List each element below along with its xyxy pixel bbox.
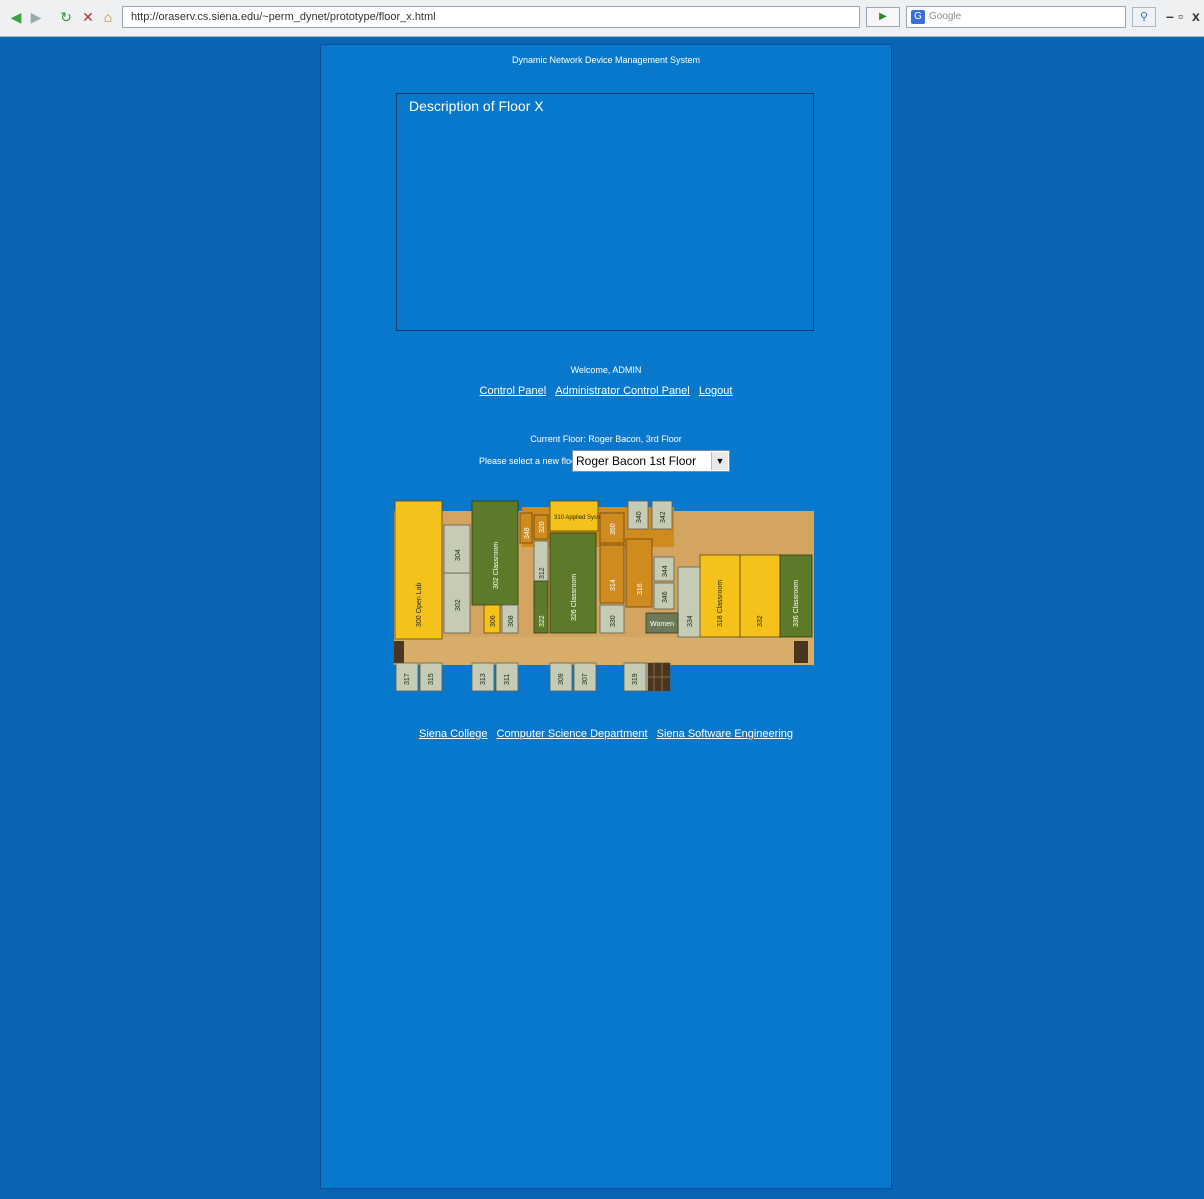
room-350-label: 350 bbox=[610, 523, 617, 535]
room-332-label: 332 bbox=[757, 615, 764, 627]
room-326-classroom[interactable]: 326 Classroom bbox=[549, 532, 597, 634]
floor-select-value: Roger Bacon 1st Floor bbox=[576, 454, 697, 468]
room-344-label: 344 bbox=[662, 565, 669, 577]
description-title: Description of Floor X bbox=[409, 98, 544, 114]
room-340-label: 340 bbox=[636, 511, 643, 523]
search-engine-icon[interactable]: G bbox=[911, 10, 925, 24]
room-319[interactable]: 319 bbox=[623, 662, 647, 692]
browser-toolbar: ◀ ▶ ↻ ✕ ⌂ http://oraserv.cs.siena.edu/~p… bbox=[0, 0, 1204, 37]
room-308-label: 308 bbox=[508, 615, 515, 627]
search-placeholder: Google bbox=[929, 11, 962, 22]
software-engineering-link[interactable]: Siena Software Engineering bbox=[657, 728, 793, 740]
room-302-classroom-label: 302 Classroom bbox=[493, 542, 500, 589]
room-315-label: 315 bbox=[428, 673, 435, 685]
stairwell-south bbox=[648, 663, 670, 691]
room-311[interactable]: 311 bbox=[495, 662, 519, 692]
room-315[interactable]: 315 bbox=[419, 662, 443, 692]
room-302-label: 302 bbox=[455, 599, 462, 611]
search-button[interactable]: ⚲ bbox=[1132, 7, 1156, 27]
room-314[interactable]: 314 bbox=[599, 544, 625, 604]
logout-link[interactable]: Logout bbox=[699, 385, 733, 397]
current-floor: Current Floor: Roger Bacon, 3rd Floor bbox=[530, 434, 682, 444]
address-bar[interactable]: http://oraserv.cs.siena.edu/~perm_dynet/… bbox=[122, 6, 860, 28]
room-348-label: 348 bbox=[524, 527, 531, 539]
room-342[interactable]: 342 bbox=[651, 500, 673, 530]
room-women-label: Women bbox=[650, 621, 674, 628]
stop-icon[interactable]: ✕ bbox=[80, 9, 96, 25]
room-300-label: 300 Open Lab bbox=[416, 583, 423, 627]
reload-icon[interactable]: ↻ bbox=[58, 9, 74, 25]
welcome-message: Welcome, ADMIN bbox=[570, 365, 642, 375]
floor-select-label: Please select a new floor: bbox=[479, 456, 582, 466]
room-309-label: 309 bbox=[558, 673, 565, 685]
room-women[interactable]: Women bbox=[645, 612, 679, 634]
room-318-label: 318 Classroom bbox=[717, 580, 724, 627]
room-309[interactable]: 309 bbox=[549, 662, 573, 692]
room-317-label: 317 bbox=[404, 673, 411, 685]
room-312-label: 312 bbox=[539, 567, 546, 579]
control-panel-link[interactable]: Control Panel bbox=[480, 385, 547, 397]
room-320[interactable]: 320 bbox=[533, 514, 549, 540]
room-314-label: 314 bbox=[610, 579, 617, 591]
room-336-classroom[interactable]: 336 Classroom bbox=[779, 554, 813, 638]
room-346-label: 346 bbox=[662, 591, 669, 603]
room-334[interactable]: 334 bbox=[677, 566, 701, 638]
siena-college-link[interactable]: Siena College bbox=[419, 728, 488, 740]
chevron-down-icon[interactable]: ▼ bbox=[711, 452, 728, 470]
site-title: Dynamic Network Device Management System bbox=[511, 55, 701, 65]
room-320-label: 320 bbox=[539, 521, 546, 533]
restore-icon[interactable]: ▫ bbox=[1178, 8, 1183, 24]
room-344[interactable]: 344 bbox=[653, 556, 675, 582]
room-322-label: 322 bbox=[539, 615, 546, 627]
room-306[interactable]: 306 bbox=[483, 604, 501, 634]
room-336-label: 336 Classroom bbox=[793, 580, 800, 627]
room-302-lower[interactable]: 302 bbox=[443, 572, 471, 634]
room-306-label: 306 bbox=[490, 615, 497, 627]
room-350[interactable]: 350 bbox=[599, 512, 625, 544]
go-button[interactable]: ▶ bbox=[866, 7, 900, 27]
room-304-label: 304 bbox=[455, 549, 462, 561]
search-input[interactable]: G Google bbox=[906, 6, 1126, 28]
floor-description-panel: Description of Floor X bbox=[396, 93, 814, 331]
stairwell-east bbox=[794, 641, 808, 663]
room-348[interactable]: 348 bbox=[519, 512, 533, 544]
room-316[interactable]: 316 bbox=[625, 538, 653, 608]
room-304[interactable]: 304 bbox=[443, 524, 471, 574]
room-334-label: 334 bbox=[687, 615, 694, 627]
room-346[interactable]: 346 bbox=[653, 582, 675, 610]
minimize-icon[interactable]: – bbox=[1166, 8, 1174, 24]
room-318[interactable]: 318 Classroom bbox=[699, 554, 741, 638]
close-icon[interactable]: x bbox=[1192, 8, 1200, 24]
room-317[interactable]: 317 bbox=[395, 662, 419, 692]
floor-select[interactable]: Roger Bacon 1st Floor ▼ bbox=[572, 450, 730, 472]
room-302-classroom[interactable]: 302 Classroom bbox=[471, 500, 519, 606]
user-links: Control Panel Administrator Control Pane… bbox=[321, 385, 891, 397]
room-307-label: 307 bbox=[582, 673, 589, 685]
room-342-label: 342 bbox=[660, 511, 667, 523]
room-340[interactable]: 340 bbox=[627, 500, 649, 530]
room-332[interactable]: 332 bbox=[739, 554, 781, 638]
room-316-label: 316 bbox=[637, 583, 644, 595]
room-308[interactable]: 308 bbox=[501, 604, 519, 634]
room-300[interactable]: 300 Open Lab bbox=[394, 500, 443, 640]
room-313[interactable]: 313 bbox=[471, 662, 495, 692]
room-330-label: 330 bbox=[610, 615, 617, 627]
room-326-label: 326 Classroom bbox=[571, 574, 578, 621]
back-icon[interactable]: ◀ bbox=[8, 9, 24, 25]
main-corridor bbox=[394, 637, 814, 665]
floor-plan-map: 300 Open Lab 302 304 302 Classroom 306 3… bbox=[394, 500, 814, 692]
room-330[interactable]: 330 bbox=[599, 604, 625, 634]
room-307[interactable]: 307 bbox=[573, 662, 597, 692]
room-319-label: 319 bbox=[632, 673, 639, 685]
page-container: Dynamic Network Device Management System… bbox=[320, 44, 892, 1189]
footer-links: Siena College Computer Science Departmen… bbox=[321, 728, 891, 740]
room-313-label: 313 bbox=[480, 673, 487, 685]
cs-department-link[interactable]: Computer Science Department bbox=[497, 728, 648, 740]
room-311-label: 311 bbox=[504, 674, 511, 685]
admin-control-panel-link[interactable]: Administrator Control Panel bbox=[555, 385, 690, 397]
stairwell-west bbox=[394, 641, 404, 663]
room-322[interactable]: 322 bbox=[533, 580, 549, 634]
home-icon[interactable]: ⌂ bbox=[100, 9, 116, 25]
forward-icon[interactable]: ▶ bbox=[28, 9, 44, 25]
